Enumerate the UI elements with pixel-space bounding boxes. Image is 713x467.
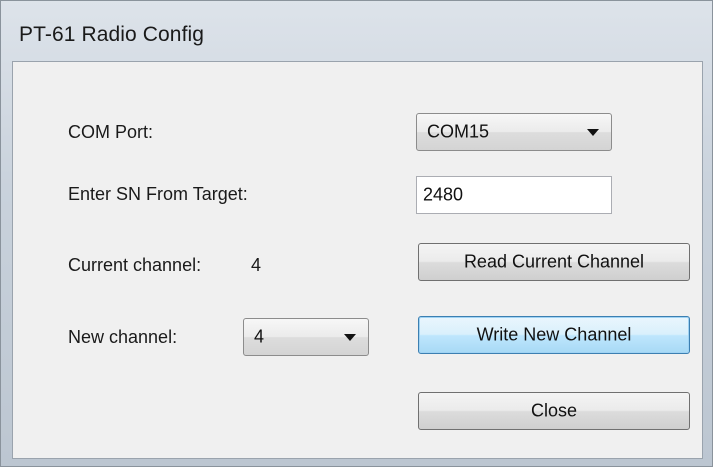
read-current-channel-button[interactable]: Read Current Channel: [418, 243, 690, 281]
current-channel-label: Current channel:: [68, 255, 202, 275]
dialog-body: COM Port: COM15 Enter SN From Target: 24…: [12, 61, 703, 459]
sn-value: 2480: [423, 184, 464, 205]
sn-input[interactable]: 2480: [416, 176, 612, 214]
close-button[interactable]: Close: [418, 392, 690, 430]
sn-label: Enter SN From Target:: [68, 184, 248, 204]
title-bar[interactable]: PT-61 Radio Config: [1, 1, 712, 61]
write-new-channel-label: Write New Channel: [476, 324, 632, 345]
new-channel-select[interactable]: 4: [243, 318, 369, 356]
chevron-down-icon: [344, 334, 356, 341]
close-button-label: Close: [530, 400, 578, 421]
new-channel-label: New channel:: [68, 327, 178, 347]
read-current-channel-label: Read Current Channel: [463, 251, 645, 272]
com-port-label: COM Port:: [68, 122, 154, 142]
write-new-channel-button[interactable]: Write New Channel: [418, 316, 690, 354]
radio-config-window: PT-61 Radio Config COM Port: COM15 Enter…: [0, 0, 713, 467]
window-title: PT-61 Radio Config: [19, 23, 205, 46]
chevron-down-icon: [587, 129, 599, 136]
current-channel-value: 4: [251, 255, 262, 275]
com-port-select[interactable]: COM15: [416, 113, 612, 151]
com-port-value: COM15: [427, 121, 490, 142]
new-channel-value: 4: [254, 326, 265, 347]
